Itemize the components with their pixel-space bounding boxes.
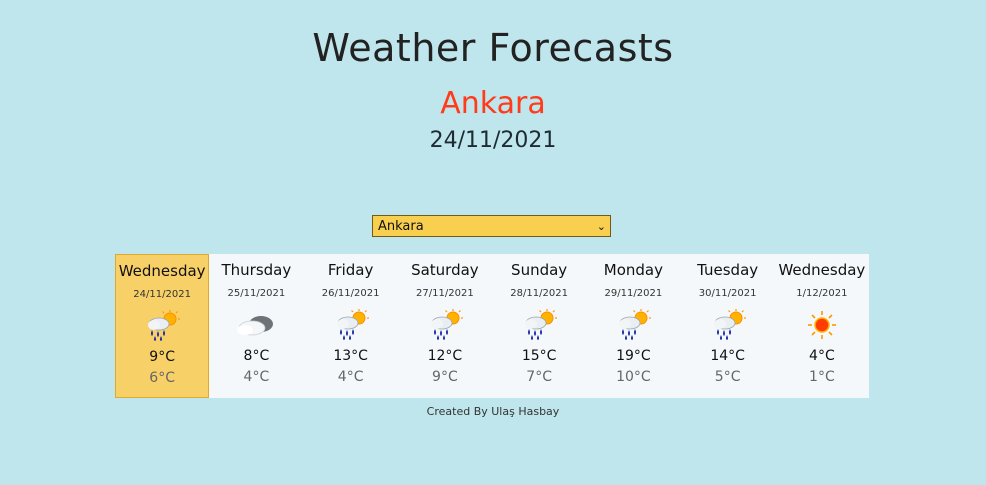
max-temperature: 14°C [710,348,745,364]
rain-sun-icon [116,309,208,343]
forecast-day-card: Wednesday 24/11/2021 9°C 6°C [115,254,210,398]
day-date: 26/11/2021 [321,288,380,299]
min-temperature: 5°C [714,369,741,385]
day-name: Tuesday [697,261,759,279]
max-temperature: 4°C [809,348,835,364]
sun-icon [775,308,869,342]
day-name: Sunday [511,261,568,279]
day-name: Wednesday [778,261,866,279]
max-temperature: 8°C [243,348,270,364]
min-temperature: 10°C [616,369,651,385]
day-name: Monday [603,261,663,279]
min-temperature: 6°C [149,370,175,386]
chevron-down-icon: ⌄ [596,219,606,233]
forecast-strip: Wednesday 24/11/2021 9°C 6°C Thursday 25/11/2… [115,254,869,398]
day-date: 28/11/2021 [510,288,568,299]
min-temperature: 4°C [243,369,270,385]
rain-sun-icon [586,308,680,342]
day-date: 25/11/2021 [227,288,286,299]
forecast-day-card: Thursday 25/11/2021 8°C 4°C [209,254,303,398]
page-title: Weather Forecasts [312,26,674,70]
max-temperature: 15°C [521,348,557,364]
forecast-day-card: Saturday 27/11/2021 12°C 9°C [398,254,492,398]
day-date: 24/11/2021 [133,289,191,300]
min-temperature: 7°C [526,369,552,385]
day-date: 29/11/2021 [604,288,663,299]
forecast-day-card: Wednesday 1/12/2021 4°C 1°C [775,254,869,398]
rain-sun-icon [492,308,586,342]
rain-sun-icon [398,308,492,342]
max-temperature: 9°C [149,349,175,365]
current-date: 24/11/2021 [429,128,557,153]
footer-credit: Created By Ulaş Hasbay [426,405,560,418]
day-date: 27/11/2021 [416,288,474,299]
min-temperature: 4°C [337,369,364,385]
day-name: Thursday [221,261,292,279]
city-heading: Ankara [440,86,546,121]
forecast-day-card: Tuesday 30/11/2021 14°C 5°C [681,254,775,398]
rain-sun-icon [304,308,398,342]
min-temperature: 9°C [432,369,458,385]
rain-sun-icon [681,308,775,342]
day-name: Friday [327,261,374,279]
city-select-value: Ankara [378,218,424,234]
day-date: 1/12/2021 [796,288,848,299]
max-temperature: 19°C [616,348,651,364]
forecast-day-card: Friday 26/11/2021 13°C 4°C [304,254,398,398]
city-select[interactable]: Ankara ⌄ [372,215,611,237]
day-name: Wednesday [118,262,206,280]
cloud-icon [209,308,303,342]
forecast-day-card: Monday 29/11/2021 19°C 10°C [586,254,680,398]
max-temperature: 13°C [333,348,368,364]
day-date: 30/11/2021 [698,288,757,299]
max-temperature: 12°C [427,348,463,364]
forecast-day-card: Sunday 28/11/2021 15°C 7°C [492,254,586,398]
day-name: Saturday [411,261,479,279]
min-temperature: 1°C [809,369,835,385]
